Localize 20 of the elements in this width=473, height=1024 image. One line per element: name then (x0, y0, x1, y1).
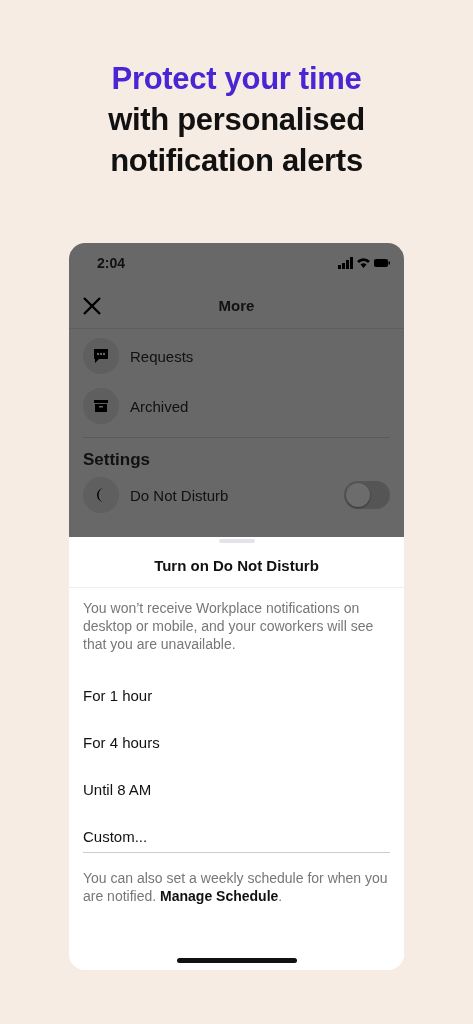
description-text: You won’t receive Workplace notifications on desktop or mobile, and your coworkers will see that you are unavailable. (83, 599, 375, 653)
toggle-switch[interactable] (344, 481, 390, 509)
close-icon[interactable] (83, 296, 101, 315)
chat-bubble-icon (83, 338, 119, 374)
section-heading: Settings (83, 450, 152, 470)
moon-icon (83, 477, 119, 513)
headline-text: Protect your time (111, 60, 362, 98)
option-item[interactable]: For 1 hour (83, 672, 390, 719)
footer-text: You can also set a weekly schedule for when you are notified. Manage Schedule. (83, 869, 389, 905)
status-time: 2:04 (97, 255, 126, 271)
headline-text: with personalised (108, 101, 365, 139)
option-item[interactable]: Custom... (83, 813, 390, 860)
screen-title: More (218, 297, 255, 314)
option-item[interactable]: Until 8 AM (83, 766, 390, 813)
option-item[interactable]: For 4 hours (83, 719, 390, 766)
manage-schedule-link[interactable]: Manage Schedule (160, 888, 279, 904)
status-icons (338, 257, 390, 269)
archive-box-icon (83, 388, 119, 424)
sheet-title: Turn on Do Not Disturb (69, 543, 404, 588)
headline-text: notification alerts (110, 142, 363, 180)
